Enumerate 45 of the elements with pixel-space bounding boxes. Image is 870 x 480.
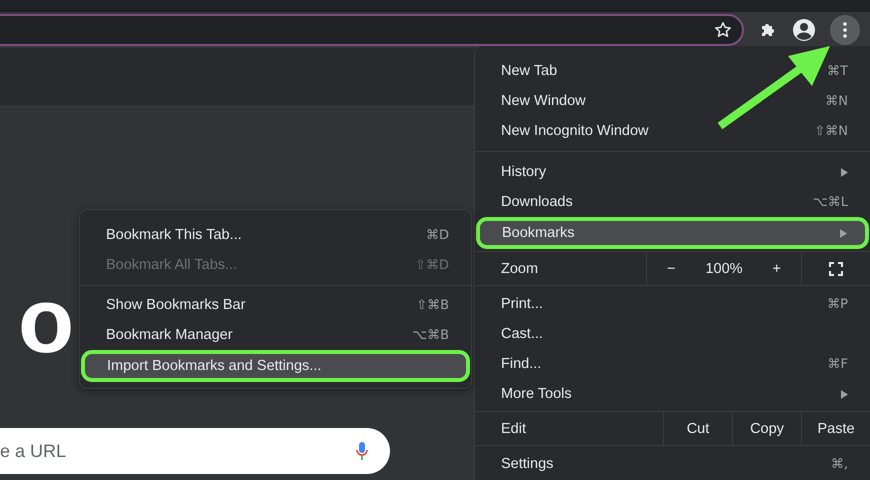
submenu-arrow-icon	[841, 390, 848, 398]
fullscreen-icon[interactable]	[829, 262, 843, 276]
edit-label: Edit	[500, 420, 527, 438]
shortcut-label: ⌘P	[827, 296, 848, 312]
menu-item[interactable]: Print... ⌘P	[475, 289, 870, 319]
edit-button[interactable]: Paste	[801, 412, 870, 445]
menu-item[interactable]: Show Bookmarks Bar ⇧⌘B	[80, 290, 471, 320]
zoom-level: 100%	[705, 260, 743, 276]
menu-item[interactable]: Bookmark Manager ⌥⌘B	[80, 320, 471, 350]
shortcut-label: ⌘T	[827, 64, 848, 78]
profile-icon[interactable]	[792, 18, 816, 42]
shortcut-label: ⌘F	[828, 356, 848, 372]
shortcut-label: ⌥⌘L	[812, 194, 848, 210]
zoom-out-button[interactable]: −	[661, 260, 682, 276]
menu-button[interactable]	[830, 15, 860, 45]
edit-button[interactable]: Copy	[732, 412, 801, 445]
menu-item[interactable]: Import Bookmarks and Settings...	[81, 350, 470, 382]
menu-item[interactable]: Cast...	[475, 319, 870, 349]
menu-item[interactable]: Downloads ⌥⌘L	[475, 187, 870, 217]
star-icon[interactable]	[714, 21, 732, 39]
shortcut-label: ⌘N	[825, 94, 848, 108]
menu-item[interactable]: History	[475, 157, 870, 187]
menu-item[interactable]: Bookmark This Tab... ⌘D	[80, 220, 471, 250]
shortcut-label: ⌥⌘B	[412, 328, 449, 342]
shortcut-label: ⇧⌘N	[814, 124, 848, 138]
menu-item[interactable]: New Window ⌘N	[475, 86, 870, 116]
menu-item[interactable]: New Incognito Window ⇧⌘N	[475, 116, 870, 146]
menu-item[interactable]: Settings ⌘,	[475, 449, 870, 479]
microphone-icon[interactable]	[356, 441, 368, 461]
shortcut-label: ⌘D	[426, 228, 449, 242]
shortcut-label: ⌘,	[830, 456, 848, 472]
zoom-label: Zoom	[500, 260, 540, 278]
menu-item[interactable]: New Tab ⌘T	[475, 56, 870, 86]
search-field[interactable]: e a URL	[0, 428, 390, 474]
shortcut-label: ⇧⌘B	[416, 298, 449, 312]
menu-item[interactable]: More Tools	[475, 379, 870, 409]
menu-item[interactable]: Find... ⌘F	[475, 349, 870, 379]
submenu-arrow-icon	[841, 168, 848, 176]
shortcut-label: ⇧⌘D	[415, 258, 449, 272]
edit-button[interactable]: Cut	[663, 412, 732, 445]
submenu-arrow-icon	[840, 228, 847, 238]
menu-item[interactable]: Bookmarks	[476, 217, 869, 249]
menu-icon	[843, 22, 847, 38]
search-logo: o	[18, 275, 72, 367]
zoom-in-button[interactable]: +	[766, 260, 787, 276]
